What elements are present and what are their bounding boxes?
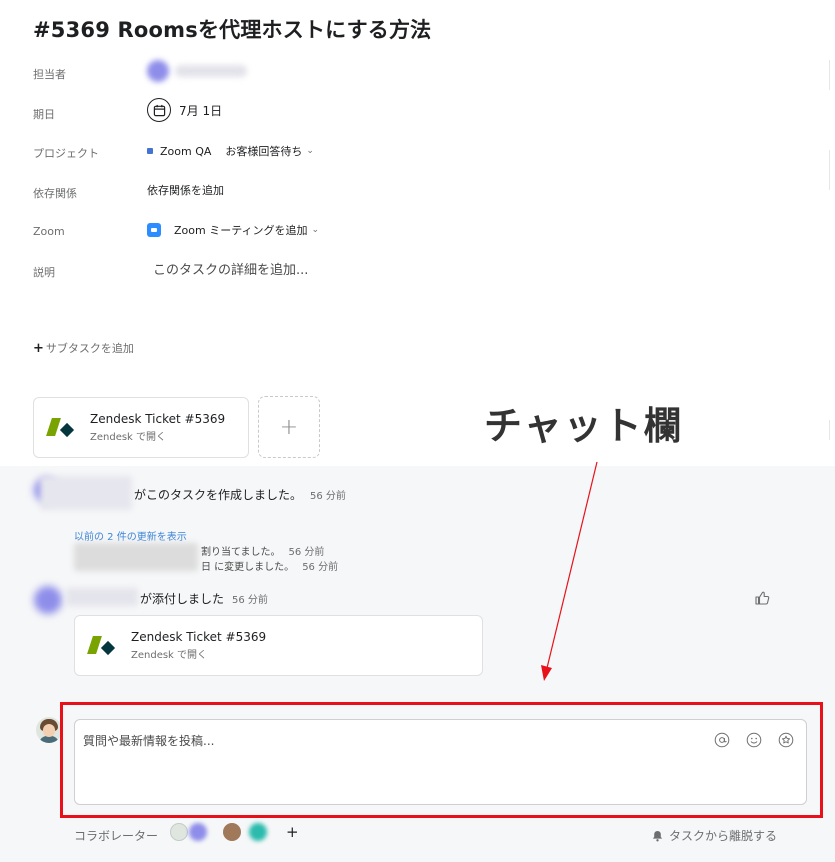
- update1-time: 56 分前: [288, 547, 325, 558]
- bell-icon: [652, 830, 663, 841]
- description-input[interactable]: このタスクの詳細を追加...: [153, 259, 308, 278]
- project-color-dot: [147, 148, 153, 154]
- zoom-icon: [147, 223, 161, 237]
- zoom-add-meeting[interactable]: Zoom ミーティングを追加: [174, 222, 308, 238]
- zoom-label: Zoom: [33, 225, 65, 238]
- feed-attachment-subtitle[interactable]: Zendesk で開く: [131, 646, 266, 661]
- chevron-down-icon[interactable]: ⌄: [306, 146, 314, 156]
- divider: [829, 150, 830, 190]
- created-time: 56 分前: [310, 491, 346, 502]
- chevron-down-icon[interactable]: ⌄: [312, 225, 320, 235]
- update2-text: 日 に変更しました。: [201, 562, 295, 573]
- divider: [829, 60, 830, 90]
- leave-task-button[interactable]: タスクから離脱する: [652, 827, 777, 844]
- attacher-avatar: [34, 586, 62, 614]
- collaborator-avatar[interactable]: [170, 823, 188, 841]
- attacher-name-redacted: [66, 588, 138, 606]
- collaborators-label: コラボレーター: [74, 829, 159, 843]
- due-date-text: 7月 1日: [179, 103, 223, 118]
- created-story: がこのタスクを作成しました。 56 分前: [134, 486, 346, 503]
- attachment-subtitle[interactable]: Zendesk で開く: [90, 428, 225, 443]
- assignee-label: 担当者: [33, 68, 66, 81]
- update-story-2: 日 に変更しました。 56 分前: [201, 558, 338, 573]
- project-status[interactable]: お客様回答待ち: [225, 143, 302, 159]
- description-label: 説明: [33, 266, 55, 279]
- assignee-avatar: [147, 60, 169, 82]
- collaborator-avatar[interactable]: [189, 823, 207, 841]
- add-subtask-label: サブタスクを追加: [45, 342, 134, 355]
- project-label: プロジェクト: [33, 147, 99, 160]
- update1-text: 割り当てました。: [201, 547, 281, 558]
- show-previous-updates-link[interactable]: 以前の 2 件の更新を表示: [74, 528, 187, 543]
- attached-story: が添付しました 56 分前: [140, 590, 268, 607]
- task-title[interactable]: #5369 Roomsを代理ホストにする方法: [33, 14, 431, 44]
- project-value[interactable]: Zoom QA お客様回答待ち ⌄: [147, 143, 314, 159]
- chat-area-highlight: [60, 702, 823, 818]
- add-subtask-button[interactable]: + サブタスクを追加: [33, 340, 134, 356]
- update-story-1: 割り当てました。 56 分前: [201, 543, 324, 558]
- due-date-label: 期日: [33, 108, 55, 121]
- attached-text: が添付しました: [140, 592, 225, 606]
- attached-time: 56 分前: [232, 595, 268, 606]
- add-collaborator-button[interactable]: +: [286, 823, 299, 841]
- divider: [829, 420, 830, 440]
- feed-zendesk-attachment-card[interactable]: Zendesk Ticket #5369 Zendesk で開く: [74, 615, 483, 676]
- created-text: がこのタスクを作成しました。: [134, 488, 303, 502]
- calendar-icon: [147, 98, 171, 122]
- assignee-value[interactable]: [147, 60, 247, 82]
- project-name[interactable]: Zoom QA: [160, 145, 211, 158]
- current-user-avatar: [36, 717, 62, 743]
- feed-attachment-title: Zendesk Ticket #5369: [131, 630, 267, 644]
- creator-name-redacted: [40, 476, 132, 510]
- collaborator-avatar[interactable]: [249, 823, 267, 841]
- zendesk-attachment-card[interactable]: Zendesk Ticket #5369 Zendesk で開く: [33, 397, 249, 458]
- plus-icon: +: [33, 341, 44, 356]
- zendesk-logo-icon: [87, 635, 116, 657]
- add-attachment-button[interactable]: +: [258, 396, 320, 458]
- collaborator-avatar[interactable]: [223, 823, 241, 841]
- chat-annotation-label: チャット欄: [484, 404, 684, 448]
- assignee-name: [175, 65, 247, 77]
- dependencies-value[interactable]: 依存関係を追加: [147, 182, 224, 198]
- leave-task-label: タスクから離脱する: [669, 829, 778, 843]
- zendesk-logo-icon: [46, 417, 75, 439]
- thumbs-up-icon[interactable]: [754, 590, 770, 606]
- attachment-title: Zendesk Ticket #5369: [90, 412, 226, 426]
- zoom-value[interactable]: Zoom ミーティングを追加 ⌄: [147, 222, 319, 238]
- due-date-value[interactable]: 7月 1日: [147, 98, 222, 122]
- update2-time: 56 分前: [302, 562, 339, 573]
- update-actor-redacted: [74, 543, 198, 571]
- dependencies-label: 依存関係: [33, 187, 77, 200]
